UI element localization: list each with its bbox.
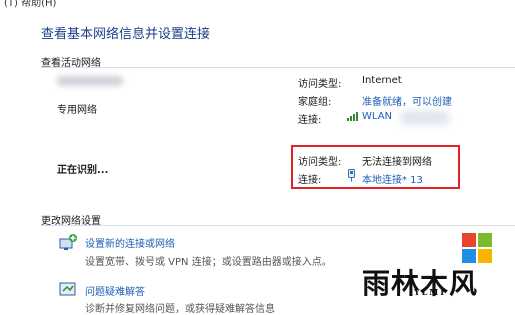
wlan-connection-link[interactable]: WLAN: [362, 111, 392, 122]
network2-name: 正在识别...: [57, 165, 109, 176]
network1-homegroup-label: 家庭组:: [298, 97, 332, 108]
homegroup-link[interactable]: 准备就绪，可以创建: [362, 93, 452, 108]
wifi-signal-icon: [346, 110, 360, 122]
network1-type: 专用网络: [57, 105, 97, 116]
setup-new-connection-link[interactable]: 设置新的连接或网络: [85, 235, 175, 250]
redacted-network-name: [57, 76, 123, 86]
section-divider: [41, 67, 515, 68]
local-connection-link[interactable]: 本地连接* 13: [362, 171, 423, 186]
section-divider: [41, 225, 515, 226]
menu-bar[interactable]: (T) 帮助(H): [4, 0, 56, 9]
network1-connection-label: 连接:: [298, 115, 322, 126]
new-connection-icon[interactable]: [57, 233, 79, 253]
ethernet-adapter-icon: [347, 169, 356, 182]
troubleshoot-link[interactable]: 问题疑难解答: [85, 283, 145, 298]
page-title: 查看基本网络信息并设置连接: [41, 27, 211, 42]
network2-access-type-label: 访问类型:: [298, 157, 342, 168]
troubleshoot-desc: 诊断并修复网络问题，或获得疑难解答信息: [85, 304, 275, 315]
watermark-sub: YLMF: [414, 287, 448, 297]
troubleshoot-icon[interactable]: [58, 281, 78, 299]
network1-access-type-value: Internet: [362, 75, 402, 86]
network1-access-type-label: 访问类型:: [298, 79, 342, 90]
windows-logo-icon: [462, 233, 492, 263]
network2-access-type-value: 无法连接到网络: [362, 157, 432, 168]
redacted-ssid: [400, 111, 450, 125]
setup-new-connection-desc: 设置宽带、拨号或 VPN 连接；或设置路由器或接入点。: [85, 257, 332, 268]
network2-connection-label: 连接:: [298, 175, 322, 186]
